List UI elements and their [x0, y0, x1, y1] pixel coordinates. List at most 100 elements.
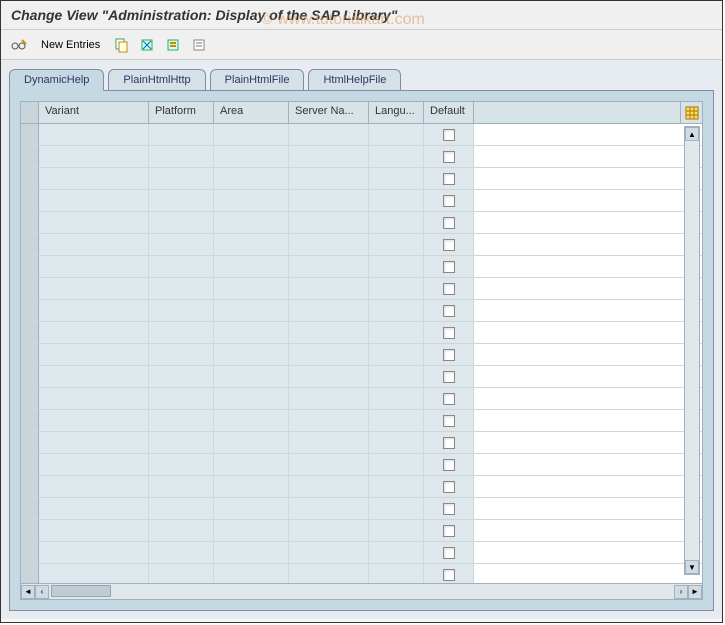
toggle-display-change-button[interactable]	[9, 35, 29, 55]
cell-variant[interactable]	[39, 388, 149, 409]
cell-language[interactable]	[369, 542, 424, 563]
row-selector[interactable]	[21, 256, 39, 277]
default-checkbox[interactable]	[443, 173, 455, 185]
cell-variant[interactable]	[39, 542, 149, 563]
row-selector[interactable]	[21, 520, 39, 541]
cell-platform[interactable]	[149, 124, 214, 145]
scroll-down-button[interactable]: ▼	[685, 560, 699, 574]
cell-area[interactable]	[214, 476, 289, 497]
copy-as-button[interactable]	[112, 35, 132, 55]
cell-server[interactable]	[289, 454, 369, 475]
cell-area[interactable]	[214, 168, 289, 189]
cell-area[interactable]	[214, 124, 289, 145]
cell-server[interactable]	[289, 322, 369, 343]
table-settings-button[interactable]	[680, 102, 702, 123]
scroll-right-button[interactable]: ›	[674, 585, 688, 599]
scroll-left-button[interactable]: ‹	[35, 585, 49, 599]
cell-platform[interactable]	[149, 520, 214, 541]
cell-platform[interactable]	[149, 300, 214, 321]
cell-platform[interactable]	[149, 542, 214, 563]
cell-area[interactable]	[214, 432, 289, 453]
new-entries-button[interactable]: New Entries	[35, 37, 106, 53]
select-all-button[interactable]	[164, 35, 184, 55]
cell-language[interactable]	[369, 234, 424, 255]
cell-area[interactable]	[214, 146, 289, 167]
default-checkbox[interactable]	[443, 393, 455, 405]
cell-variant[interactable]	[39, 234, 149, 255]
cell-server[interactable]	[289, 564, 369, 583]
row-selector[interactable]	[21, 300, 39, 321]
default-checkbox[interactable]	[443, 547, 455, 559]
cell-area[interactable]	[214, 256, 289, 277]
cell-language[interactable]	[369, 146, 424, 167]
cell-variant[interactable]	[39, 344, 149, 365]
scroll-thumb-h[interactable]	[51, 585, 111, 597]
row-selector[interactable]	[21, 124, 39, 145]
cell-platform[interactable]	[149, 344, 214, 365]
cell-server[interactable]	[289, 410, 369, 431]
scroll-track-h[interactable]	[49, 584, 674, 599]
cell-language[interactable]	[369, 564, 424, 583]
cell-language[interactable]	[369, 278, 424, 299]
row-selector[interactable]	[21, 190, 39, 211]
cell-server[interactable]	[289, 256, 369, 277]
default-checkbox[interactable]	[443, 283, 455, 295]
cell-server[interactable]	[289, 300, 369, 321]
row-selector[interactable]	[21, 366, 39, 387]
cell-area[interactable]	[214, 300, 289, 321]
row-selector[interactable]	[21, 234, 39, 255]
cell-variant[interactable]	[39, 366, 149, 387]
default-checkbox[interactable]	[443, 261, 455, 273]
cell-variant[interactable]	[39, 476, 149, 497]
cell-platform[interactable]	[149, 564, 214, 583]
cell-variant[interactable]	[39, 146, 149, 167]
cell-language[interactable]	[369, 432, 424, 453]
row-selector[interactable]	[21, 146, 39, 167]
cell-platform[interactable]	[149, 388, 214, 409]
default-checkbox[interactable]	[443, 239, 455, 251]
default-checkbox[interactable]	[443, 327, 455, 339]
row-selector[interactable]	[21, 564, 39, 583]
cell-server[interactable]	[289, 476, 369, 497]
cell-language[interactable]	[369, 366, 424, 387]
scroll-right-last-button[interactable]: ►	[688, 585, 702, 599]
cell-server[interactable]	[289, 278, 369, 299]
tab-htmlhelpfile[interactable]: HtmlHelpFile	[308, 69, 401, 91]
tab-plainhtmlhttp[interactable]: PlainHtmlHttp	[108, 69, 205, 91]
cell-area[interactable]	[214, 234, 289, 255]
vertical-scrollbar[interactable]: ▲ ▼	[684, 126, 700, 575]
cell-platform[interactable]	[149, 366, 214, 387]
cell-platform[interactable]	[149, 234, 214, 255]
col-server[interactable]: Server Na...	[289, 102, 369, 123]
default-checkbox[interactable]	[443, 525, 455, 537]
cell-variant[interactable]	[39, 498, 149, 519]
col-variant[interactable]: Variant	[39, 102, 149, 123]
row-selector[interactable]	[21, 388, 39, 409]
cell-variant[interactable]	[39, 212, 149, 233]
cell-language[interactable]	[369, 212, 424, 233]
cell-server[interactable]	[289, 388, 369, 409]
cell-server[interactable]	[289, 168, 369, 189]
cell-variant[interactable]	[39, 124, 149, 145]
cell-language[interactable]	[369, 454, 424, 475]
col-area[interactable]: Area	[214, 102, 289, 123]
default-checkbox[interactable]	[443, 195, 455, 207]
cell-variant[interactable]	[39, 410, 149, 431]
cell-area[interactable]	[214, 564, 289, 583]
cell-language[interactable]	[369, 322, 424, 343]
cell-platform[interactable]	[149, 212, 214, 233]
row-selector[interactable]	[21, 454, 39, 475]
col-default[interactable]: Default	[424, 102, 474, 123]
cell-server[interactable]	[289, 366, 369, 387]
cell-platform[interactable]	[149, 498, 214, 519]
cell-variant[interactable]	[39, 168, 149, 189]
cell-platform[interactable]	[149, 146, 214, 167]
cell-server[interactable]	[289, 498, 369, 519]
default-checkbox[interactable]	[443, 459, 455, 471]
cell-platform[interactable]	[149, 168, 214, 189]
cell-area[interactable]	[214, 190, 289, 211]
cell-server[interactable]	[289, 212, 369, 233]
cell-platform[interactable]	[149, 322, 214, 343]
cell-area[interactable]	[214, 520, 289, 541]
cell-language[interactable]	[369, 256, 424, 277]
